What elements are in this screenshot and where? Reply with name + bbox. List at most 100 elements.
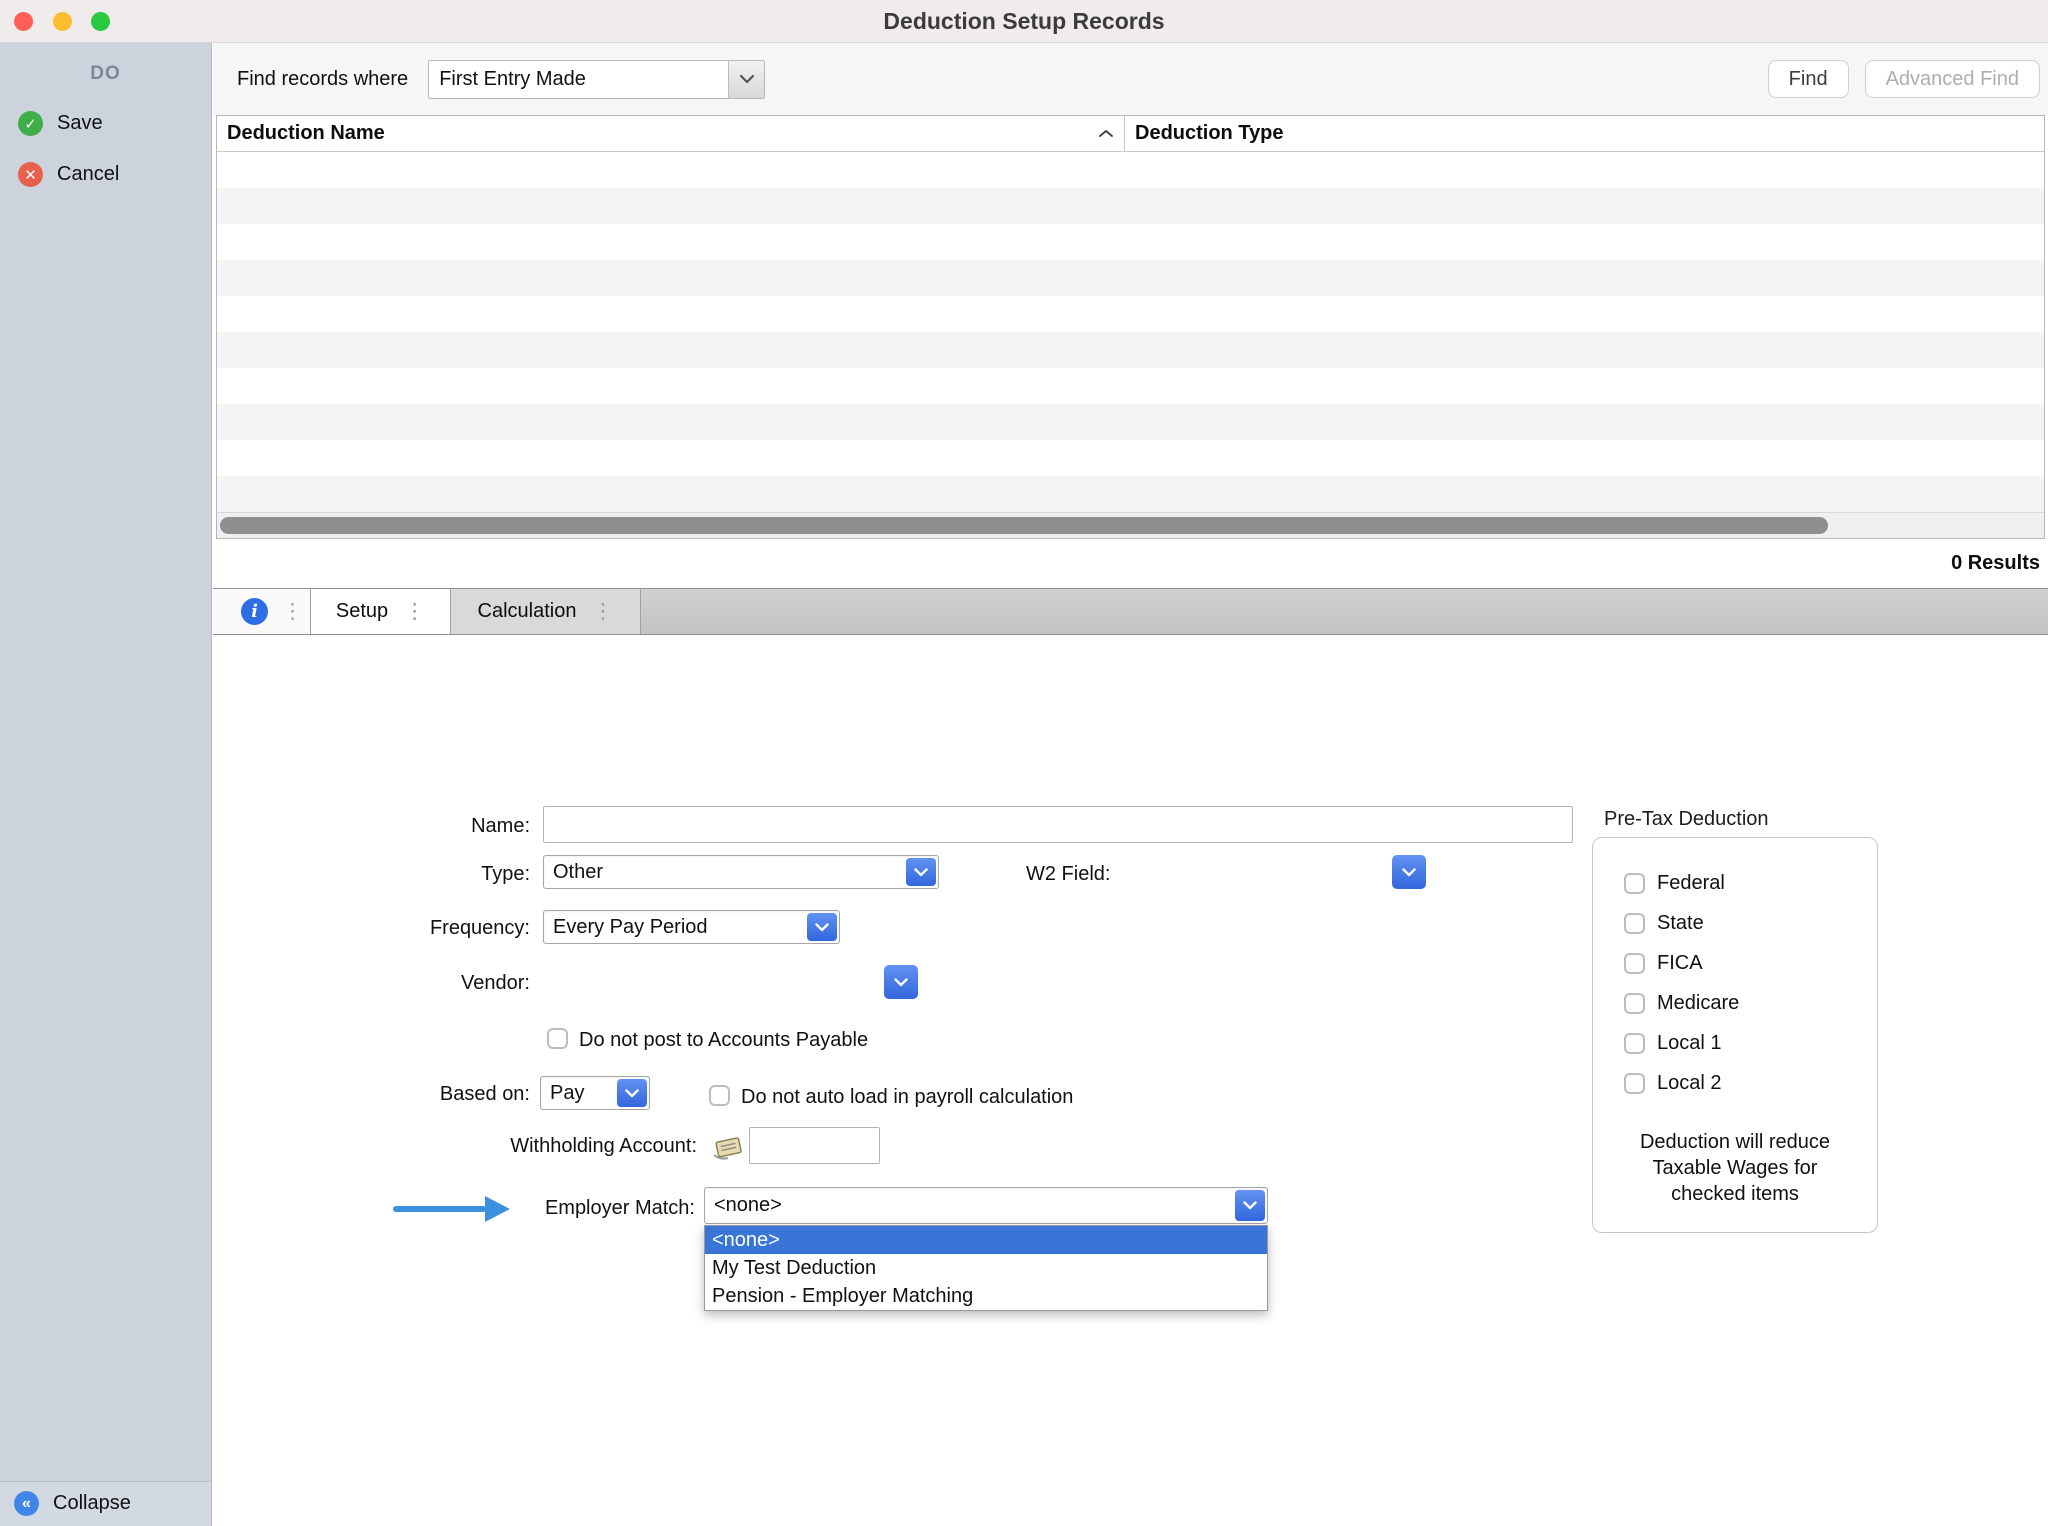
results-row: 0 Results	[213, 540, 2048, 586]
no-ap-checkbox-label: Do not post to Accounts Payable	[579, 1028, 868, 1052]
medicare-checkbox[interactable]	[1624, 993, 1645, 1014]
type-dropdown[interactable]: Other	[543, 855, 939, 889]
dropdown-option-pension-employer-matching[interactable]: Pension - Employer Matching	[705, 1282, 1267, 1310]
chevron-down-icon	[1235, 1190, 1265, 1221]
local2-checkbox[interactable]	[1624, 1073, 1645, 1094]
results-count: 0 Results	[1951, 552, 2040, 575]
account-lookup-icon[interactable]	[712, 1135, 745, 1160]
chevron-down-icon	[807, 913, 837, 941]
no-autoload-checkbox[interactable]	[709, 1085, 730, 1106]
employer-match-value: <none>	[714, 1188, 782, 1223]
tab-calculation-label: Calculation	[478, 600, 577, 623]
employer-match-dropdown[interactable]: <none>	[704, 1187, 1268, 1224]
cancel-button[interactable]: ✕ Cancel	[18, 162, 119, 187]
medicare-label: Medicare	[1657, 992, 1739, 1015]
pretax-row-state: State	[1624, 903, 1877, 943]
tab-bar: i ⋮ Setup ⋮ Calculation ⋮	[213, 588, 2048, 635]
deduction-type-header-label: Deduction Type	[1135, 122, 1284, 144]
state-checkbox[interactable]	[1624, 913, 1645, 934]
frequency-dropdown[interactable]: Every Pay Period	[543, 910, 840, 944]
sidebar-header: DO	[0, 43, 211, 85]
pointer-arrow-icon	[393, 1206, 486, 1212]
deduction-name-header-label: Deduction Name	[227, 122, 385, 145]
employer-match-label: Employer Match:	[503, 1190, 695, 1227]
info-icon[interactable]: i	[241, 598, 268, 625]
pretax-row-local2: Local 2	[1624, 1063, 1877, 1103]
pretax-row-fica: FICA	[1624, 943, 1877, 983]
fica-label: FICA	[1657, 952, 1703, 975]
records-table: Deduction Name Deduction Type	[216, 115, 2045, 539]
advanced-find-button-label: Advanced Find	[1886, 68, 2019, 91]
collapse-button[interactable]: « Collapse	[14, 1491, 131, 1516]
chevron-down-icon	[617, 1079, 647, 1107]
collapse-bar: « Collapse	[0, 1481, 211, 1526]
window-title: Deduction Setup Records	[0, 0, 2048, 43]
info-section: i ⋮	[213, 589, 311, 634]
sort-ascending-icon	[1098, 129, 1114, 138]
state-label: State	[1657, 912, 1704, 935]
find-records-where-label: Find records where	[237, 68, 408, 91]
pretax-row-medicare: Medicare	[1624, 983, 1877, 1023]
setup-form: Name: Type: Other W2 Field: Frequency: E…	[213, 636, 2048, 1526]
based-on-dropdown[interactable]: Pay	[540, 1076, 650, 1110]
find-button[interactable]: Find	[1768, 60, 1849, 98]
pretax-note: Deduction will reduce Taxable Wages for …	[1593, 1129, 1877, 1207]
find-field-value: First Entry Made	[439, 61, 586, 98]
cancel-label: Cancel	[57, 163, 119, 186]
tab-bar-filler	[641, 589, 2048, 634]
pretax-deduction-panel: Federal State FICA Medicare	[1592, 837, 1878, 1233]
local1-checkbox[interactable]	[1624, 1033, 1645, 1054]
pretax-deduction-legend: Pre-Tax Deduction	[1604, 808, 1769, 831]
withholding-account-label: Withholding Account:	[363, 1128, 697, 1165]
federal-label: Federal	[1657, 872, 1725, 895]
tab-setup[interactable]: Setup ⋮	[311, 589, 451, 634]
find-bar: Find records where First Entry Made Find…	[213, 43, 2048, 115]
drag-handle-dots-icon: ⋮	[404, 601, 425, 622]
tab-setup-label: Setup	[336, 600, 388, 623]
chevron-down-icon	[1402, 868, 1416, 877]
dropdown-option-none[interactable]: <none>	[705, 1226, 1267, 1254]
w2-field-dropdown[interactable]	[1392, 855, 1426, 889]
local2-label: Local 2	[1657, 1072, 1722, 1095]
collapse-label: Collapse	[53, 1492, 131, 1515]
drag-handle-dots-icon: ⋮	[592, 601, 613, 622]
horizontal-scrollbar[interactable]	[217, 512, 2044, 538]
chevron-down-icon	[906, 858, 936, 886]
sidebar: DO ✓ Save ✕ Cancel « Collapse	[0, 43, 212, 1526]
deduction-name-column-header[interactable]: Deduction Name	[217, 116, 1125, 151]
dropdown-option-my-test-deduction[interactable]: My Test Deduction	[705, 1254, 1267, 1282]
app-window: Deduction Setup Records DO ✓ Save ✕ Canc…	[0, 0, 2048, 1526]
find-field-dropdown[interactable]: First Entry Made	[428, 60, 765, 99]
type-label: Type:	[270, 857, 530, 891]
frequency-label: Frequency:	[270, 911, 530, 945]
local1-label: Local 1	[1657, 1032, 1722, 1055]
titlebar: Deduction Setup Records	[0, 0, 2048, 43]
withholding-account-input[interactable]	[749, 1127, 880, 1164]
fica-checkbox[interactable]	[1624, 953, 1645, 974]
collapse-chevrons-icon: «	[14, 1491, 39, 1516]
federal-checkbox[interactable]	[1624, 873, 1645, 894]
no-autoload-checkbox-label: Do not auto load in payroll calculation	[741, 1085, 1073, 1109]
find-button-label: Find	[1789, 68, 1828, 91]
deduction-type-column-header[interactable]: Deduction Type	[1125, 122, 2044, 145]
vendor-dropdown[interactable]	[884, 965, 918, 999]
no-ap-checkbox[interactable]	[547, 1028, 568, 1049]
name-input[interactable]	[543, 806, 1573, 843]
chevron-down-icon	[894, 978, 908, 987]
cancel-x-icon: ✕	[18, 162, 43, 187]
w2-field-label: W2 Field:	[1026, 857, 1206, 891]
advanced-find-button[interactable]: Advanced Find	[1865, 60, 2040, 98]
pretax-row-federal: Federal	[1624, 863, 1877, 903]
table-header: Deduction Name Deduction Type	[217, 116, 2044, 152]
save-check-icon: ✓	[18, 111, 43, 136]
save-button[interactable]: ✓ Save	[18, 111, 103, 136]
tab-calculation[interactable]: Calculation ⋮	[451, 589, 641, 634]
frequency-value: Every Pay Period	[553, 911, 708, 943]
employer-match-popup: <none> My Test Deduction Pension - Emplo…	[704, 1225, 1268, 1311]
vendor-label: Vendor:	[270, 966, 530, 1000]
name-label: Name:	[270, 808, 530, 845]
based-on-label: Based on:	[270, 1077, 530, 1111]
type-value: Other	[553, 856, 603, 888]
scrollbar-thumb[interactable]	[220, 517, 1828, 534]
main-content: Find records where First Entry Made Find…	[213, 43, 2048, 1526]
